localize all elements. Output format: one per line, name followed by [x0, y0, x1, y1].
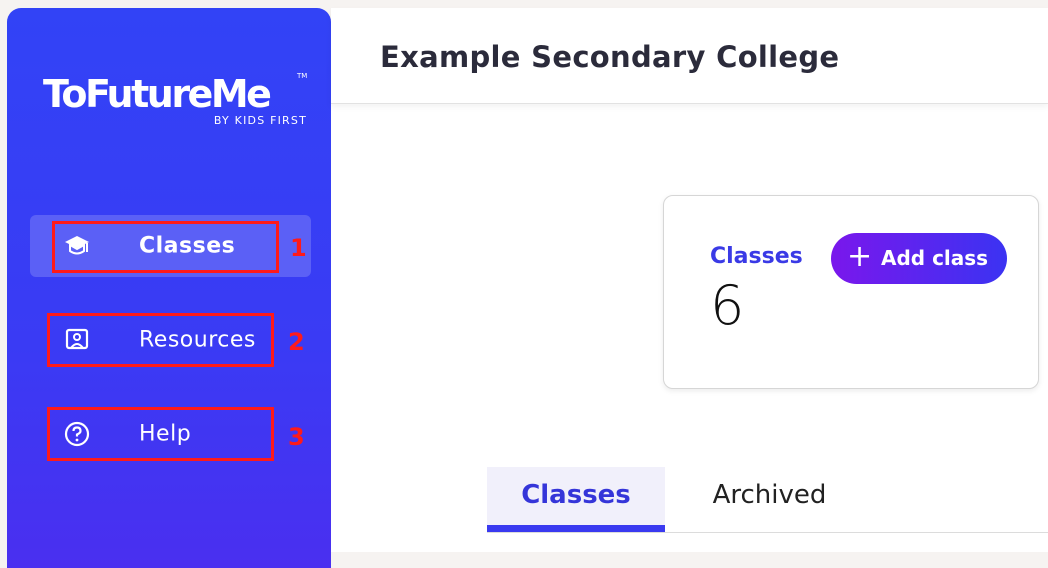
classes-count-label: Classes: [710, 244, 803, 269]
main-content: Example Secondary College Classes 6 + Ad…: [331, 8, 1048, 552]
tab-divider: [487, 532, 1048, 533]
sidebar-item-label: Resources: [139, 327, 256, 353]
tab-archived[interactable]: Archived: [687, 467, 852, 532]
sidebar-item-help[interactable]: Help: [30, 403, 311, 465]
classes-count-value: 6: [710, 274, 745, 337]
tofutureme-logo[interactable]: ToFutureMe TM BY KIDS FIRST: [43, 72, 307, 132]
logo-trademark: TM: [297, 72, 308, 80]
sidebar-item-label: Help: [139, 421, 192, 447]
plus-icon: +: [847, 239, 873, 274]
sidebar-item-resources[interactable]: Resources: [30, 309, 311, 371]
classes-summary-card: Classes 6 + Add class: [663, 195, 1039, 389]
annotation-number-2: 2: [288, 328, 305, 356]
presentation-icon: [64, 327, 90, 353]
question-circle-icon: [64, 421, 90, 447]
logo-subtitle: BY KIDS FIRST: [213, 114, 307, 127]
tab-classes[interactable]: Classes: [487, 467, 665, 532]
add-class-button[interactable]: + Add class: [831, 233, 1007, 284]
logo-wordmark: ToFutureMe: [43, 72, 272, 116]
graduation-cap-icon: [64, 233, 90, 259]
annotation-number-3: 3: [288, 423, 305, 451]
annotation-number-1: 1: [290, 234, 307, 262]
sidebar-item-label: Classes: [139, 233, 236, 259]
page-header: Example Secondary College: [331, 8, 1048, 104]
add-class-label: Add class: [881, 246, 989, 270]
sidebar-item-classes[interactable]: Classes: [30, 215, 311, 277]
page-title: Example Secondary College: [380, 40, 840, 74]
sidebar: ToFutureMe TM BY KIDS FIRST: [7, 8, 331, 568]
